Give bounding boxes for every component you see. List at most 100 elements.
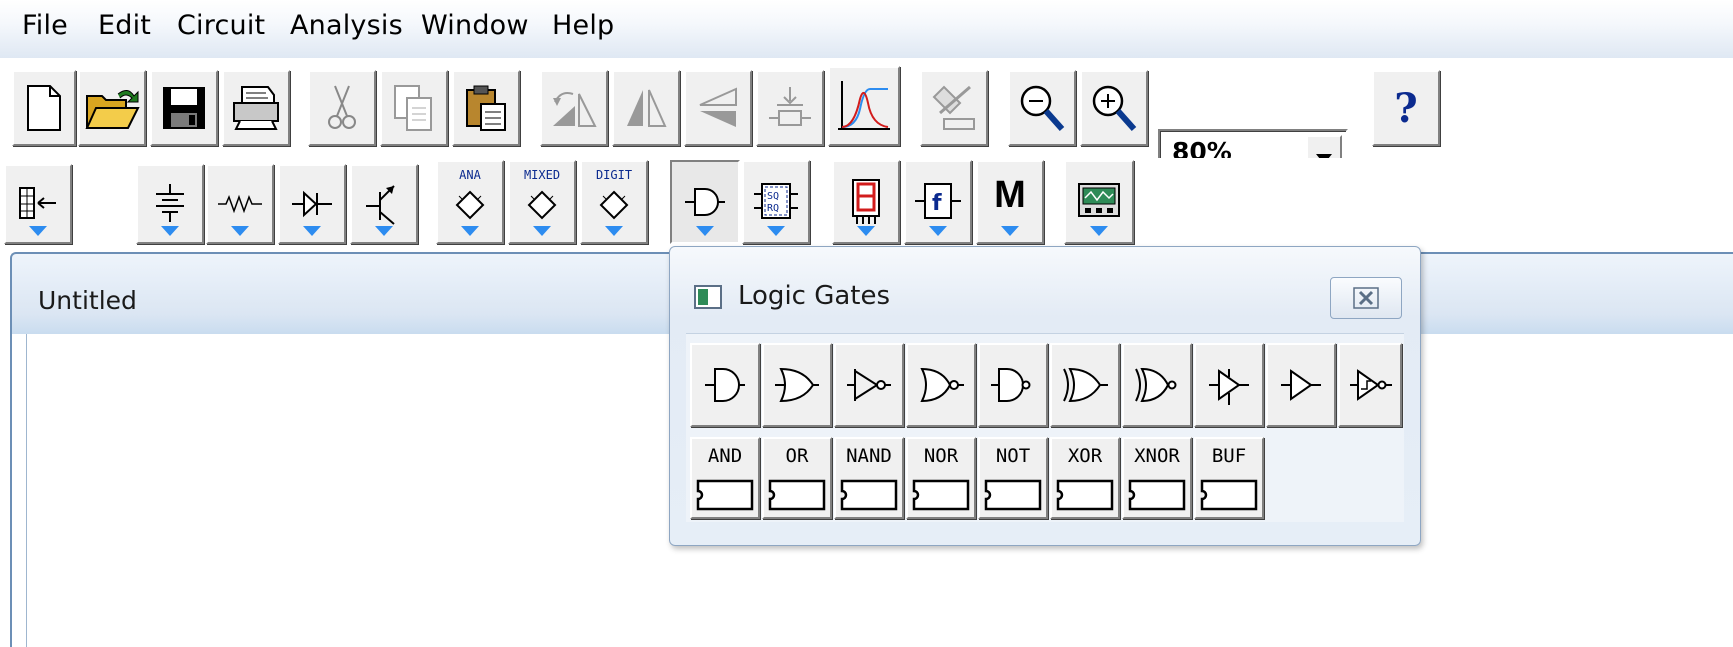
close-icon — [1353, 287, 1379, 309]
analysis-graph-button[interactable] — [828, 66, 900, 146]
flip-horizontal-button[interactable] — [612, 70, 680, 146]
nor-gate-icon — [920, 367, 964, 403]
xor-gate-icon — [1063, 367, 1108, 403]
diodes-bin-button[interactable] — [278, 164, 346, 244]
mixed-ics-bin-button[interactable]: MIXED — [508, 160, 576, 244]
help-button[interactable]: ? — [1372, 70, 1440, 146]
dropdown-arrow-icon — [929, 226, 947, 236]
close-button[interactable] — [1330, 277, 1402, 319]
analog-ics-bin-button[interactable]: ANA — [436, 160, 504, 244]
print-button[interactable] — [222, 70, 290, 146]
dropdown-arrow-icon — [696, 226, 714, 236]
miscellaneous-bin-button[interactable]: M — [976, 160, 1044, 244]
digital-bin-button[interactable]: SQ RQ — [742, 160, 810, 244]
nor-ic-button[interactable]: NOR — [906, 437, 976, 519]
flip-vertical-button[interactable] — [684, 70, 752, 146]
edit-component-button[interactable] — [920, 70, 988, 146]
transistors-bin-button[interactable] — [350, 164, 418, 244]
favorites-bin-button[interactable] — [4, 164, 72, 244]
xor-gate-button[interactable] — [1050, 343, 1120, 427]
dropdown-arrow-icon — [857, 226, 875, 236]
and-gate-icon — [705, 368, 745, 402]
xnor-gate-icon — [1135, 367, 1177, 403]
save-disk-icon — [163, 87, 205, 129]
paste-button[interactable] — [452, 70, 520, 146]
dropdown-arrow-icon — [29, 226, 47, 236]
meter-m-icon: M — [994, 173, 1026, 216]
menu-help[interactable]: Help — [552, 10, 614, 41]
or-gate-button[interactable] — [762, 343, 832, 427]
ic-package-icon — [768, 479, 826, 511]
zoom-out-button[interactable] — [1008, 70, 1076, 146]
analog-ic-icon — [455, 190, 485, 220]
gate-chip-label: BUF — [1211, 445, 1247, 467]
logic-gates-bin-button[interactable] — [670, 160, 740, 244]
menu-bar: File Edit Circuit Analysis Window Help — [0, 0, 1733, 58]
rotate-icon — [553, 92, 597, 127]
zoom-out-icon — [1020, 85, 1065, 131]
dropdown-arrow-icon — [605, 226, 623, 236]
ic-package-icon — [1200, 479, 1258, 511]
basic-bin-button[interactable] — [206, 164, 274, 244]
and-ic-button[interactable]: AND — [690, 437, 760, 519]
menu-file[interactable]: File — [22, 10, 68, 41]
zoom-in-icon — [1092, 85, 1137, 131]
instruments-bin-button[interactable] — [1064, 160, 1134, 244]
mixed-ic-icon — [527, 190, 557, 220]
ic-package-icon — [696, 479, 754, 511]
buffer-gate-button[interactable] — [1266, 343, 1336, 427]
open-button[interactable] — [78, 70, 146, 146]
gate-chip-label: NAND — [846, 445, 892, 467]
schmitt-trigger-icon — [1350, 369, 1392, 401]
palette-title: Logic Gates — [738, 281, 891, 311]
gate-chip-label: NOT — [995, 445, 1031, 467]
mixed-ic-label: MIXED — [523, 168, 561, 182]
xnor-gate-button[interactable] — [1122, 343, 1192, 427]
menu-edit[interactable]: Edit — [98, 10, 151, 41]
function-control-icon: f — [915, 183, 961, 219]
nand-gate-button[interactable] — [834, 343, 904, 427]
and-gate-button[interactable] — [690, 343, 760, 427]
edit-component-icon — [932, 85, 975, 130]
copy-button[interactable] — [380, 70, 448, 146]
xnor-ic-button[interactable]: XNOR — [1122, 437, 1192, 519]
controls-bin-button[interactable]: f — [904, 160, 972, 244]
component-properties-button[interactable] — [756, 70, 824, 146]
schmitt-trigger-button[interactable] — [1338, 343, 1402, 427]
nor-gate-button[interactable] — [906, 343, 976, 427]
xor-ic-button[interactable]: XOR — [1050, 437, 1120, 519]
digital-ics-bin-button[interactable]: DIGIT — [580, 160, 648, 244]
digital-ic-icon — [599, 190, 629, 220]
menu-circuit[interactable]: Circuit — [177, 10, 265, 41]
new-file-button[interactable] — [12, 70, 76, 146]
buf-ic-button[interactable]: BUF — [1194, 437, 1264, 519]
svg-text:RQ: RQ — [767, 203, 779, 214]
document-title: Untitled — [38, 286, 137, 315]
dropdown-arrow-icon — [461, 226, 479, 236]
favorites-bin-icon — [19, 187, 56, 219]
ic-package-icon — [840, 479, 898, 511]
not-gate-button[interactable] — [978, 343, 1048, 427]
not-ic-button[interactable]: NOT — [978, 437, 1048, 519]
buffer-gate-icon — [1281, 369, 1321, 401]
menu-analysis[interactable]: Analysis — [290, 10, 403, 41]
tristate-buffer-button[interactable] — [1194, 343, 1264, 427]
rotate-button[interactable] — [540, 70, 608, 146]
menu-window[interactable]: Window — [421, 10, 529, 41]
open-folder-icon — [85, 90, 140, 129]
transistor-icon — [366, 185, 395, 225]
indicators-bin-button[interactable] — [832, 160, 900, 244]
dropdown-arrow-icon — [1090, 226, 1108, 236]
dropdown-arrow-icon — [767, 226, 785, 236]
or-ic-button[interactable]: OR — [762, 437, 832, 519]
cut-button[interactable] — [308, 70, 376, 146]
window-icon — [694, 285, 722, 309]
ic-package-icon — [984, 479, 1042, 511]
save-button[interactable] — [150, 70, 218, 146]
diode-icon — [292, 190, 332, 218]
zoom-in-button[interactable] — [1080, 70, 1148, 146]
not-and-gate-icon — [991, 368, 1031, 402]
nand-ic-button[interactable]: NAND — [834, 437, 904, 519]
sources-bin-button[interactable] — [136, 164, 204, 244]
dropdown-arrow-icon — [303, 226, 321, 236]
